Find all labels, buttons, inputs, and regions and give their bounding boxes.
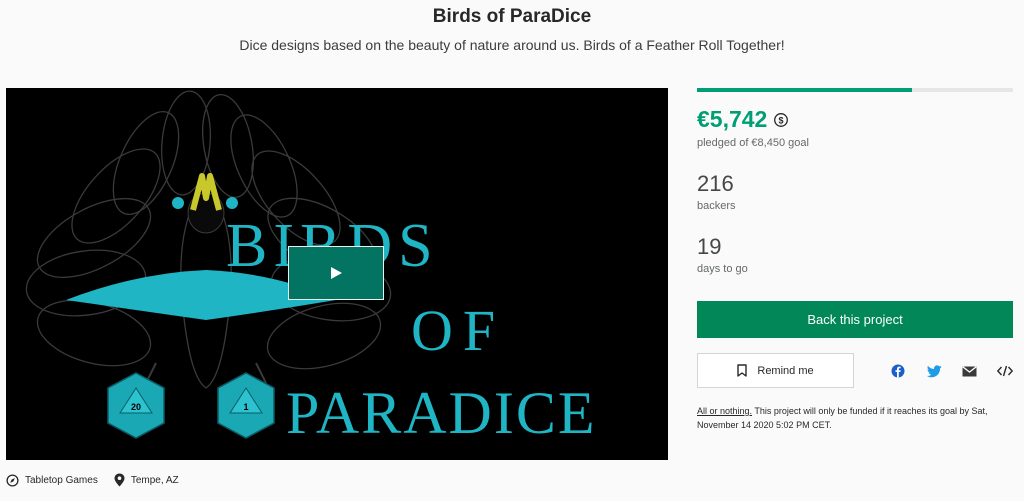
- email-icon[interactable]: [962, 364, 977, 378]
- project-title: Birds of ParaDice: [432, 6, 592, 27]
- goal-text: pledged of €8,450 goal: [697, 137, 809, 149]
- back-project-button[interactable]: Back this project: [697, 301, 1013, 338]
- embed-icon[interactable]: [997, 364, 1013, 378]
- location-pin-icon: [114, 473, 125, 487]
- twitter-icon[interactable]: [927, 364, 942, 378]
- backers-count: 216: [697, 171, 734, 196]
- remind-me-label: Remind me: [757, 364, 814, 377]
- logo-line-2: OF: [411, 298, 505, 363]
- backers-label: backers: [697, 200, 736, 212]
- facebook-icon[interactable]: [891, 364, 905, 378]
- play-icon: [331, 267, 342, 279]
- days-count: 19: [697, 234, 722, 259]
- svg-text:20: 20: [131, 402, 141, 412]
- project-meta: Tabletop Games Tempe, AZ: [6, 473, 195, 487]
- category-link[interactable]: Tabletop Games: [6, 473, 98, 487]
- currency-conversion-icon[interactable]: $: [773, 112, 789, 128]
- d20-die-left: 20: [107, 372, 165, 439]
- svg-text:1: 1: [243, 402, 248, 412]
- location-label: Tempe, AZ: [130, 474, 179, 486]
- days-label: days to go: [697, 263, 748, 275]
- category-label: Tabletop Games: [25, 474, 98, 486]
- pledged-value: €5,742: [697, 106, 768, 132]
- svg-text:$: $: [779, 115, 784, 125]
- location-link[interactable]: Tempe, AZ: [114, 473, 179, 487]
- funding-progress-bar: [697, 88, 1013, 92]
- all-or-nothing-link[interactable]: All or nothing.: [697, 406, 752, 416]
- compass-icon: [6, 473, 19, 487]
- remind-me-button[interactable]: Remind me: [697, 353, 854, 388]
- d20-die-right: 1: [217, 372, 275, 439]
- funding-progress-fill: [697, 88, 912, 92]
- project-video[interactable]: 20 1 BIRDS OF PARADICE: [6, 88, 668, 460]
- pledged-amount: €5,742 $: [697, 106, 789, 133]
- all-or-nothing-notice: All or nothing. This project will only b…: [697, 404, 1017, 432]
- play-button[interactable]: [288, 246, 384, 300]
- logo-line-3: PARADICE: [286, 380, 597, 446]
- bookmark-icon: [737, 364, 748, 377]
- project-blurb: Dice designs based on the beauty of natu…: [239, 37, 785, 53]
